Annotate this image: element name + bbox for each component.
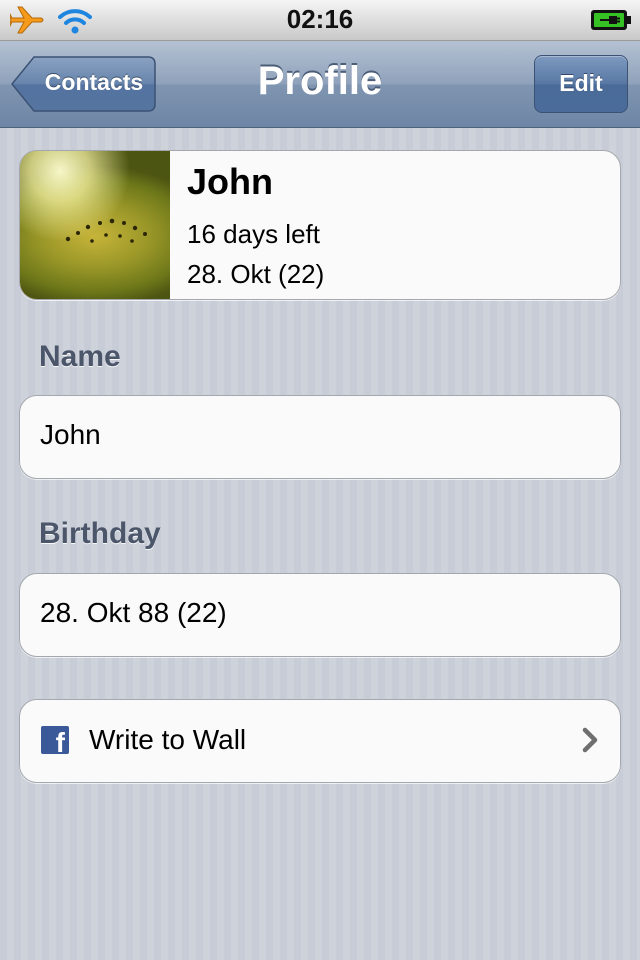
name-section-label: Name [39,340,121,373]
days-left: 16 days left [187,219,320,249]
navigation-bar: Contacts Profile Edit [0,41,640,128]
profile-photo [20,151,170,299]
write-to-wall-button[interactable]: f Write to Wall [19,699,621,783]
status-time: 02:16 [286,4,354,34]
edit-button-label: Edit [559,70,603,96]
name-field[interactable]: John [19,395,621,479]
chevron-right-icon [582,727,598,753]
birthday-field[interactable]: 28. Okt 88 (22) [19,573,621,657]
write-to-wall-label: Write to Wall [89,724,247,755]
profile-card: John 16 days left 28. Okt (22) [19,150,621,300]
birthday-value: 28. Okt 88 (22) [40,597,227,628]
battery-charging-icon [591,10,631,30]
edit-button[interactable]: Edit [534,55,628,113]
profile-date: 28. Okt (22) [187,259,325,289]
birthday-section-label: Birthday [39,517,161,550]
name-value: John [40,419,101,450]
facebook-icon: f [41,726,69,757]
profile-name: John [187,161,273,202]
status-bar: 02:16 [0,0,640,41]
